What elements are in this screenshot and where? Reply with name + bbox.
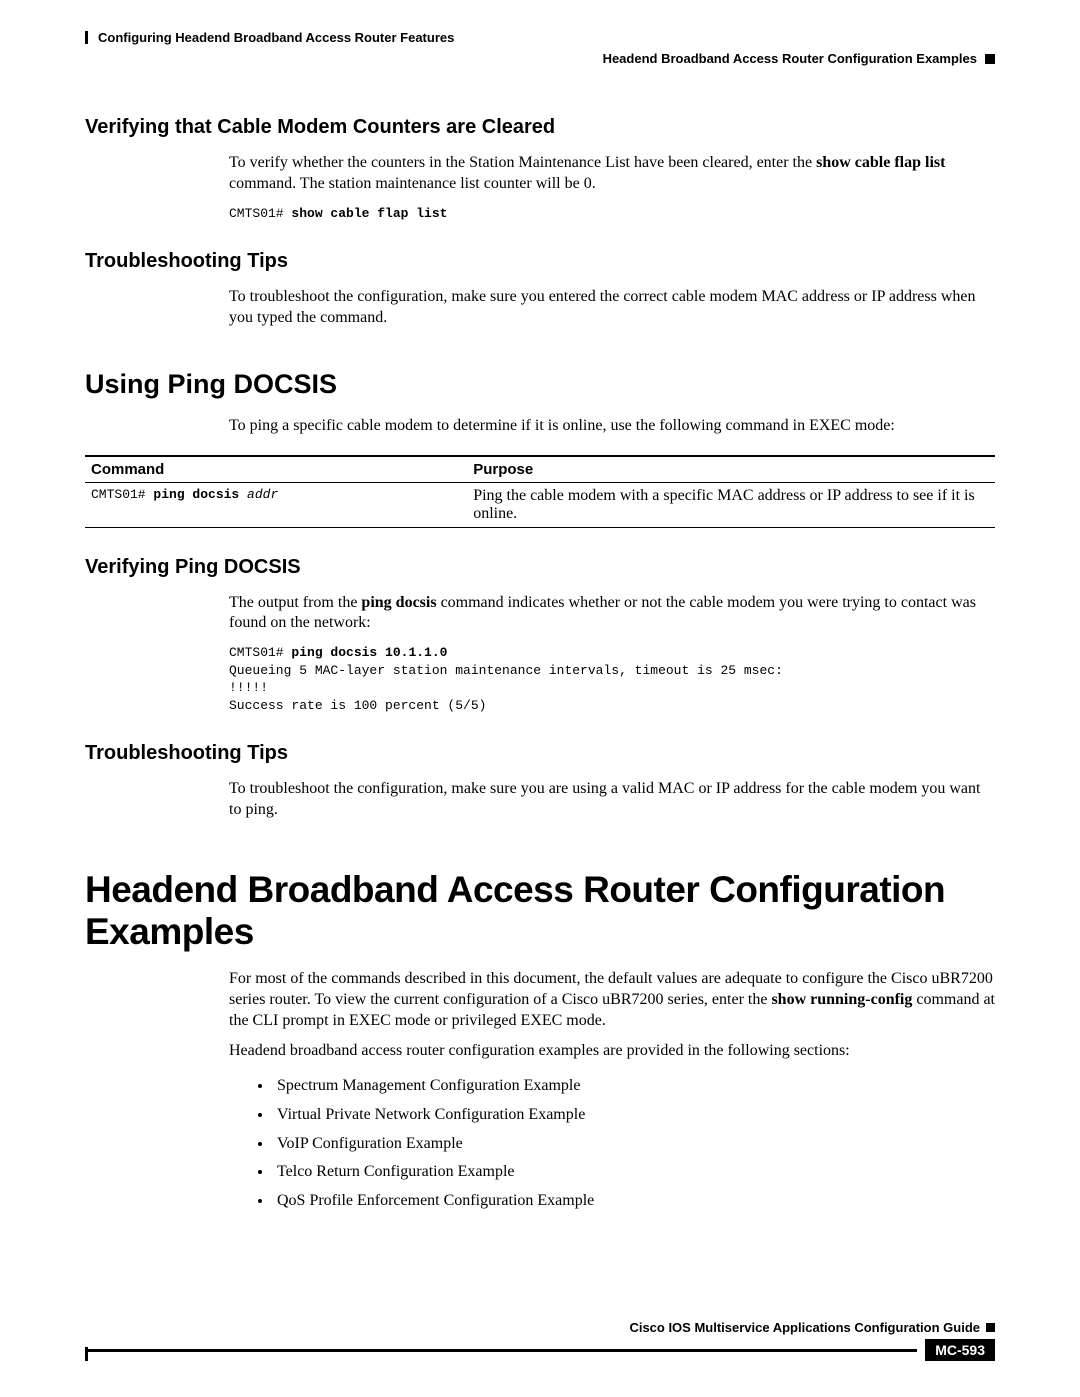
text-fragment: The output from the <box>229 594 361 611</box>
list-item: QoS Profile Enforcement Configuration Ex… <box>273 1187 995 1216</box>
footer-left-bar-icon <box>85 1347 88 1361</box>
page-content: Configuring Headend Broadband Access Rou… <box>85 30 995 1216</box>
header-bar-icon <box>85 31 88 44</box>
code-prompt: CMTS01# <box>229 645 291 660</box>
code-italic: addr <box>239 487 278 502</box>
running-header: Configuring Headend Broadband Access Rou… <box>85 30 995 66</box>
command-table: Command Purpose CMTS01# ping docsis addr… <box>85 455 995 528</box>
list-item: Virtual Private Network Configuration Ex… <box>273 1101 995 1130</box>
heading-config-examples: Headend Broadband Access Router Configur… <box>85 869 995 953</box>
list-item: Telco Return Configuration Example <box>273 1158 995 1187</box>
para-troubleshoot-2: To troubleshoot the configuration, make … <box>229 779 995 821</box>
footer-guide-row: Cisco IOS Multiservice Applications Conf… <box>85 1320 995 1335</box>
code-ping-output: CMTS01# ping docsis 10.1.1.0 Queueing 5 … <box>229 644 995 714</box>
para-troubleshoot-1: To troubleshoot the configuration, make … <box>229 287 995 329</box>
text-bold: ping docsis <box>361 594 436 611</box>
para-verify-counters: To verify whether the counters in the St… <box>229 153 995 195</box>
list-item: Spectrum Management Configuration Exampl… <box>273 1072 995 1101</box>
page-footer: Cisco IOS Multiservice Applications Conf… <box>85 1320 995 1361</box>
table-row: CMTS01# ping docsis addr Ping the cable … <box>85 482 995 527</box>
header-chapter: Configuring Headend Broadband Access Rou… <box>98 30 454 45</box>
header-section: Headend Broadband Access Router Configur… <box>603 51 977 66</box>
code-command: ping docsis 10.1.1.0 <box>291 645 447 660</box>
text-bold: show cable flap list <box>816 154 945 171</box>
cell-purpose: Ping the cable modem with a specific MAC… <box>467 482 995 527</box>
code-output: Queueing 5 MAC-layer station maintenance… <box>229 663 783 713</box>
examples-list: Spectrum Management Configuration Exampl… <box>273 1072 995 1216</box>
list-item: VoIP Configuration Example <box>273 1130 995 1159</box>
header-square-icon <box>985 54 995 64</box>
para-config-1: For most of the commands described in th… <box>229 969 995 1031</box>
header-chapter-row: Configuring Headend Broadband Access Rou… <box>85 30 995 45</box>
para-config-2: Headend broadband access router configur… <box>229 1041 995 1062</box>
code-command: show cable flap list <box>291 206 447 221</box>
heading-troubleshoot-1: Troubleshooting Tips <box>85 250 995 273</box>
code-prompt: CMTS01# <box>229 206 291 221</box>
footer-rule-row: MC-593 <box>85 1339 995 1361</box>
heading-verify-ping: Verifying Ping DOCSIS <box>85 556 995 579</box>
text-fragment: To verify whether the counters in the St… <box>229 154 816 171</box>
footer-square-icon <box>986 1323 995 1332</box>
col-purpose: Purpose <box>467 456 995 483</box>
text-fragment: command. The station maintenance list co… <box>229 175 596 192</box>
footer-guide: Cisco IOS Multiservice Applications Conf… <box>629 1320 980 1335</box>
page-number: MC-593 <box>925 1339 995 1361</box>
heading-verify-counters: Verifying that Cable Modem Counters are … <box>85 116 995 139</box>
table-header-row: Command Purpose <box>85 456 995 483</box>
code-show-cable-flap: CMTS01# show cable flap list <box>229 205 995 223</box>
para-verify-ping: The output from the ping docsis command … <box>229 593 995 635</box>
code-prompt: CMTS01# <box>91 487 153 502</box>
heading-using-ping: Using Ping DOCSIS <box>85 369 995 400</box>
para-using-ping: To ping a specific cable modem to determ… <box>229 416 995 437</box>
heading-troubleshoot-2: Troubleshooting Tips <box>85 742 995 765</box>
cell-command: CMTS01# ping docsis addr <box>85 482 467 527</box>
col-command: Command <box>85 456 467 483</box>
text-bold: show running-config <box>771 991 912 1008</box>
code-bold: ping docsis <box>153 487 239 502</box>
header-section-row: Headend Broadband Access Router Configur… <box>85 51 995 66</box>
footer-rule <box>85 1349 917 1352</box>
